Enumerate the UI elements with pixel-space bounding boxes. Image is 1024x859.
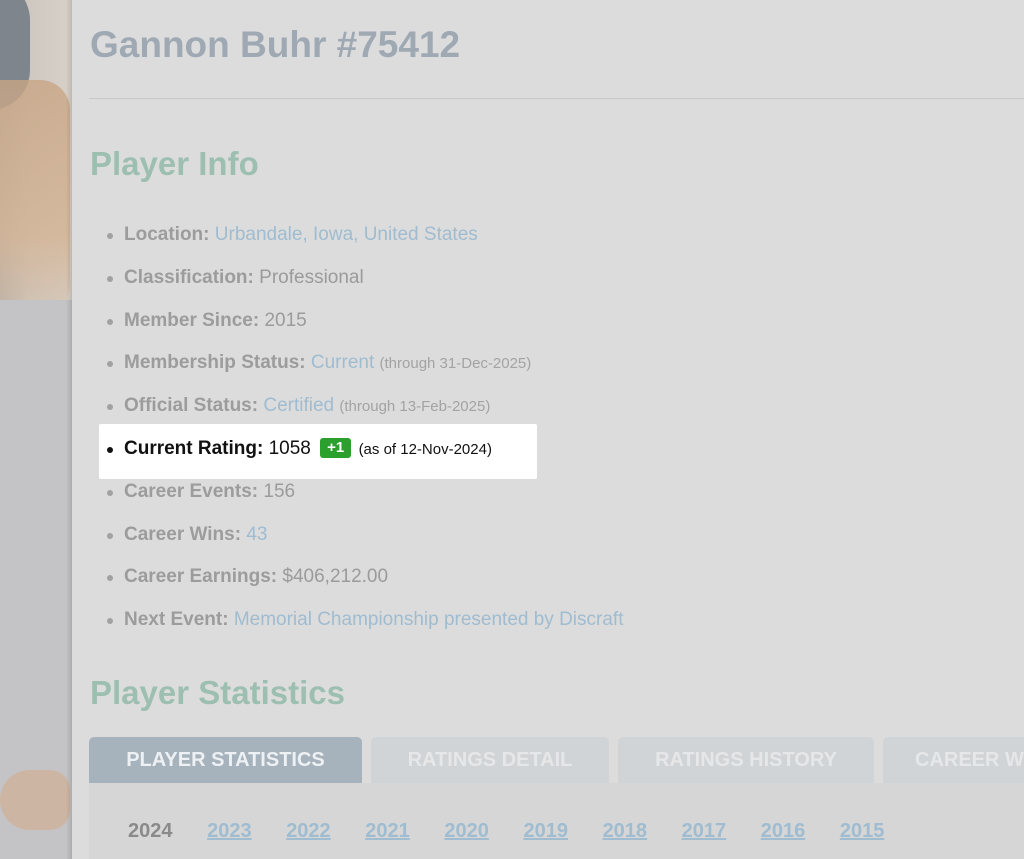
rating-change-badge: +1	[320, 437, 352, 458]
tab-ratings-history[interactable]: RATINGS HISTORY	[618, 737, 874, 783]
player-statistics-heading: Player Statistics	[90, 674, 345, 711]
bullet-icon	[107, 489, 113, 496]
bullet-icon	[107, 275, 113, 282]
year-link-2023[interactable]: 2023	[207, 820, 252, 843]
info-career-wins: Career Wins: 43	[72, 514, 623, 557]
rating-value: 1058	[268, 437, 311, 459]
info-location: Location: Urbandale, Iowa, United States	[72, 214, 623, 257]
page: Gannon Buhr #75412 Player Info Location:…	[0, 0, 1024, 859]
info-value: $406,212.00	[282, 566, 389, 588]
info-value: 2015	[264, 309, 307, 331]
tab-player-statistics[interactable]: PLAYER STATISTICS	[89, 737, 362, 783]
year-link-2018[interactable]: 2018	[603, 820, 648, 843]
tab-career-wins[interactable]: CAREER W	[883, 737, 1024, 783]
info-classification: Classification: Professional	[72, 257, 623, 300]
bullet-icon	[107, 361, 113, 368]
info-official-status: Official Status: Certified (through 13-F…	[72, 385, 623, 428]
player-info-heading: Player Info	[90, 145, 259, 182]
player-photo	[0, 0, 72, 859]
profile-content: Gannon Buhr #75412 Player Info Location:…	[72, 0, 1024, 859]
info-value: 156	[263, 480, 296, 502]
player-info-list: Location: Urbandale, Iowa, United States…	[72, 214, 623, 642]
info-current-rating: Current Rating: 1058 +1 (as of 12-Nov-20…	[72, 428, 623, 471]
bullet-icon	[107, 618, 113, 625]
career-wins-link[interactable]: 43	[246, 524, 267, 545]
info-label: Career Earnings:	[124, 566, 278, 588]
info-note: (through 13-Feb-2025)	[339, 398, 491, 416]
year-link-2019[interactable]: 2019	[523, 820, 568, 843]
bullet-icon	[107, 318, 113, 325]
info-label: Classification:	[124, 266, 254, 288]
tab-ratings-detail[interactable]: RATINGS DETAIL	[371, 737, 609, 783]
year-selector: 2024 2023 2022 2021 2020 2019 2018 2017 …	[128, 820, 919, 843]
info-next-event: Next Event: Memorial Championship presen…	[72, 599, 623, 642]
info-label: Career Events:	[124, 480, 259, 502]
year-link-2016[interactable]: 2016	[761, 820, 806, 843]
official-status-link[interactable]: Certified	[263, 395, 334, 416]
bullet-icon	[107, 532, 113, 539]
hand-shape	[0, 770, 70, 830]
info-career-earnings: Career Earnings: $406,212.00	[72, 556, 623, 599]
year-link-2020[interactable]: 2020	[444, 820, 489, 843]
year-link-2021[interactable]: 2021	[365, 820, 410, 843]
player-name-title: Gannon Buhr #75412	[90, 24, 461, 65]
info-label: Member Since:	[124, 309, 260, 331]
bullet-icon	[107, 233, 113, 239]
info-member-since: Member Since: 2015	[72, 300, 623, 343]
location-link[interactable]: Urbandale, Iowa, United States	[215, 224, 478, 245]
info-label: Next Event:	[124, 609, 229, 631]
bullet-icon	[107, 446, 113, 453]
info-note: (as of 12-Nov-2024)	[358, 440, 492, 458]
year-2024: 2024	[128, 820, 173, 842]
info-note: (through 31-Dec-2025)	[379, 355, 532, 373]
year-link-2017[interactable]: 2017	[682, 820, 727, 843]
statistics-tabs: PLAYER STATISTICS RATINGS DETAIL RATINGS…	[89, 737, 1024, 783]
bullet-icon	[107, 575, 113, 582]
info-label: Official Status:	[124, 395, 259, 417]
bullet-icon	[107, 404, 113, 411]
info-label: Location:	[124, 224, 210, 245]
header-divider	[89, 98, 1024, 99]
info-label: Career Wins:	[124, 523, 242, 545]
info-membership-status: Membership Status: Current (through 31-D…	[72, 342, 623, 385]
info-label: Current Rating:	[124, 437, 264, 459]
next-event-link[interactable]: Memorial Championship presented by Discr…	[234, 609, 624, 630]
info-label: Membership Status:	[124, 352, 306, 374]
info-value: Professional	[259, 266, 364, 288]
year-link-2015[interactable]: 2015	[840, 820, 885, 843]
membership-status-link[interactable]: Current	[311, 352, 374, 373]
year-link-2022[interactable]: 2022	[286, 820, 331, 843]
info-career-events: Career Events: 156	[72, 471, 623, 514]
